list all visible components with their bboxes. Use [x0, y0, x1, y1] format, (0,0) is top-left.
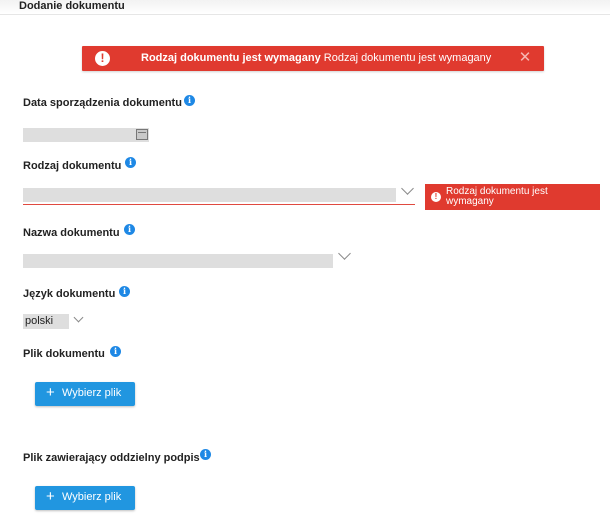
- document-name-select[interactable]: [23, 254, 333, 268]
- choose-file-button-label: Wybierz plik: [62, 387, 122, 399]
- chevron-down-icon[interactable]: [73, 312, 84, 323]
- info-icon[interactable]: i: [200, 449, 211, 460]
- close-icon[interactable]: ✕: [518, 50, 532, 66]
- language-value: polski: [23, 314, 69, 329]
- chevron-down-icon[interactable]: [338, 247, 351, 260]
- document-name-label: Nazwa dokumentu: [23, 227, 120, 239]
- chevron-down-icon[interactable]: [401, 182, 414, 195]
- field-error-badge: ! Rodzaj dokumentu jest wymagany: [425, 184, 600, 210]
- document-type-label: Rodzaj dokumentu: [23, 160, 122, 172]
- language-select[interactable]: polski: [23, 312, 88, 329]
- info-icon[interactable]: i: [110, 346, 121, 357]
- choose-signature-file-button[interactable]: + Wybierz plik: [35, 486, 135, 510]
- language-label: Język dokumentu: [23, 288, 116, 300]
- exclamation-circle-icon: !: [95, 51, 110, 66]
- document-type-select[interactable]: [23, 188, 396, 202]
- exclamation-circle-icon: !: [431, 192, 441, 202]
- page-title: Dodanie dokumentu: [19, 0, 125, 12]
- plus-icon: +: [46, 488, 55, 505]
- choose-signature-file-button-label: Wybierz plik: [62, 491, 122, 503]
- info-icon[interactable]: i: [119, 286, 130, 297]
- date-label: Data sporządzenia dokumentu: [23, 97, 182, 109]
- choose-file-button[interactable]: + Wybierz plik: [35, 382, 135, 406]
- alert-message-text: Rodzaj dokumentu jest wymagany: [323, 52, 492, 64]
- info-icon[interactable]: i: [125, 157, 136, 168]
- error-alert: ! Rodzaj dokumentu jest wymagany Rodzaj …: [82, 46, 544, 71]
- date-input[interactable]: [23, 128, 149, 142]
- info-icon[interactable]: i: [184, 95, 195, 106]
- field-error-text: Rodzaj dokumentu jest wymagany: [446, 186, 548, 207]
- signature-file-label: Plik zawierający oddzielny podpis: [23, 452, 200, 464]
- alert-message-bold: Rodzaj dokumentu jest wymagany: [141, 52, 321, 64]
- error-underline: [23, 204, 415, 205]
- plus-icon: +: [46, 384, 55, 401]
- calendar-icon[interactable]: [136, 129, 148, 140]
- alert-message: Rodzaj dokumentu jest wymagany Rodzaj do…: [141, 52, 491, 64]
- document-file-label: Plik dokumentu: [23, 348, 105, 360]
- info-icon[interactable]: i: [124, 224, 135, 235]
